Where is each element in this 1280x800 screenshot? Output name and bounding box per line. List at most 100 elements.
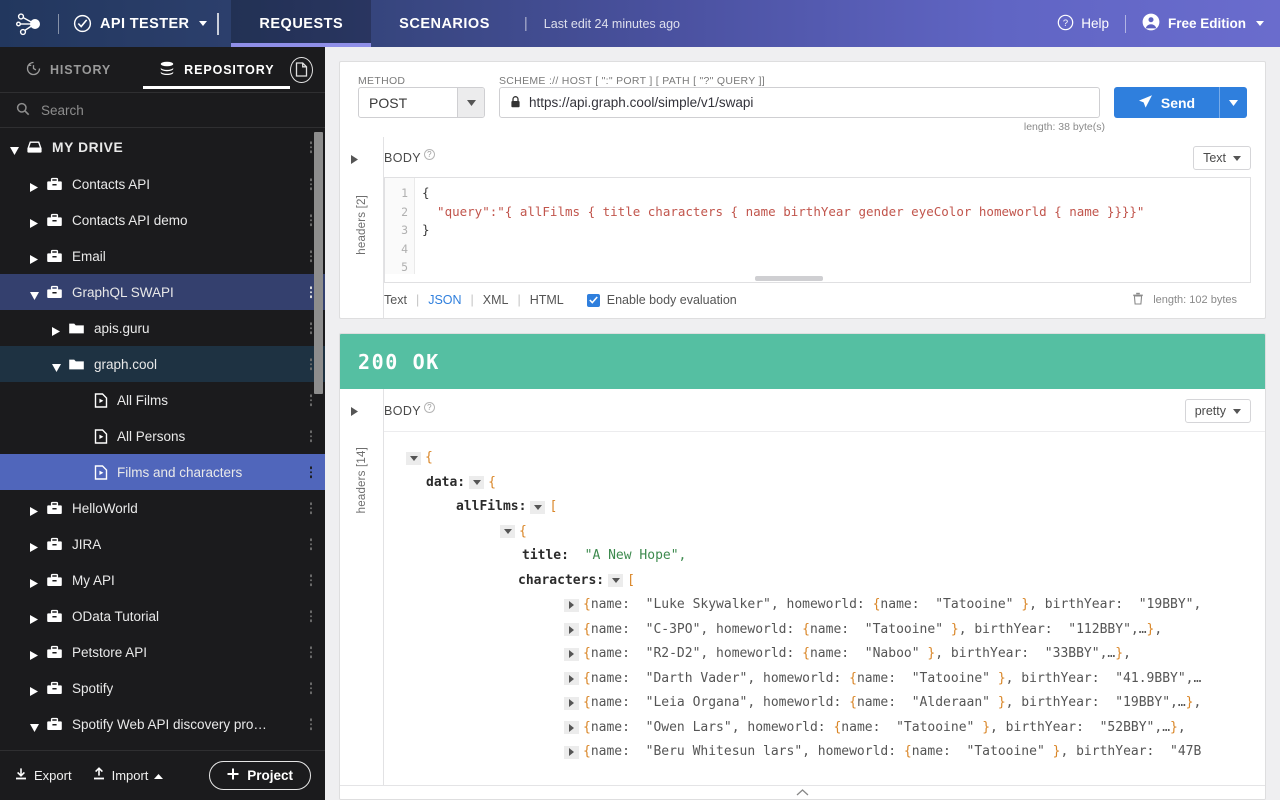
json-line-data[interactable]: data: { [384,471,1265,496]
chevron-right-icon[interactable] [30,504,39,516]
trash-icon[interactable] [1132,292,1144,308]
tree-item-menu-icon[interactable] [309,248,312,264]
node-graph-logo[interactable] [14,11,44,37]
send-options-button[interactable] [1219,87,1247,118]
tree-item-contacts-api[interactable]: Contacts API [0,166,325,202]
chevron-right-icon[interactable] [30,576,39,588]
expand-character-toggle[interactable] [564,672,579,686]
question-icon[interactable]: ? [424,402,436,413]
expand-character-toggle[interactable] [564,696,579,710]
url-input[interactable]: https://api.graph.cool/simple/v1/swapi [499,87,1100,118]
editor-horizontal-scrollbar[interactable] [384,274,1251,283]
sidebar-scrollbar-thumb[interactable] [314,132,323,394]
send-button[interactable]: Send [1114,87,1247,118]
tree-item-menu-icon[interactable] [309,608,312,624]
tree-item-jira[interactable]: JIRA [0,526,325,562]
tree-item-all-persons[interactable]: All Persons [0,418,325,454]
collapse-characters-toggle[interactable] [608,574,624,588]
tree-item-films-and-characters[interactable]: Films and characters [0,454,325,490]
format-option-json[interactable]: JSON [419,293,470,307]
chevron-down-icon[interactable] [52,360,61,372]
expand-character-toggle[interactable] [564,598,579,612]
tree-item-menu-icon[interactable] [309,500,312,516]
tab-requests[interactable]: REQUESTS [231,0,372,47]
expand-character-toggle[interactable] [564,647,579,661]
tree-item-menu-icon[interactable] [309,284,312,300]
export-button[interactable]: Export [14,767,72,784]
repository-tree[interactable]: MY DRIVE Contacts API Contacts API demo Ema… [0,128,325,750]
add-project-button[interactable]: Project [209,761,311,790]
sidebar-tab-history[interactable]: HISTORY [12,47,125,92]
tree-item-spotify-web-api-discovery-pro[interactable]: Spotify Web API discovery pro… [0,706,325,742]
format-option-html[interactable]: HTML [521,293,573,307]
json-line-character[interactable]: {name: "Beru Whitesun lars", homeworld: … [384,740,1265,765]
help-button[interactable]: ? Help [1057,14,1109,34]
tree-item-my-api[interactable]: My API [0,562,325,598]
collapse-data-toggle[interactable] [469,476,485,490]
response-headers-strip[interactable]: headers [14] [340,389,384,785]
account-menu[interactable]: Free Edition [1142,13,1264,34]
tree-item-menu-icon[interactable] [309,176,312,192]
question-icon[interactable]: ? [424,149,436,160]
response-view-select[interactable]: pretty [1184,399,1251,423]
json-line-characters[interactable]: characters: [ [384,569,1265,594]
chevron-right-icon[interactable] [30,216,39,228]
tree-item-all-films[interactable]: All Films [0,382,325,418]
tree-item-menu-icon[interactable] [309,644,312,660]
triangle-right-icon[interactable] [351,151,358,169]
chevron-down-icon[interactable] [30,720,39,732]
tree-item-email[interactable]: Email [0,238,325,274]
tab-scenarios[interactable]: SCENARIOS [371,0,518,47]
tree-item-helloworld[interactable]: HelloWorld [0,490,325,526]
request-headers-strip[interactable]: headers [2] [340,137,384,318]
tree-item-menu-icon[interactable] [309,392,312,408]
expand-character-toggle[interactable] [564,745,579,759]
chevron-right-icon[interactable] [30,612,39,624]
json-line-character[interactable]: {name: "Leia Organa", homeworld: {name: … [384,691,1265,716]
editor-code[interactable]: { "query":"{ allFilms { title characters… [415,178,1250,274]
tree-item-menu-icon[interactable] [309,464,312,480]
chevron-down-icon[interactable] [457,88,484,117]
tree-item-my-drive[interactable]: MY DRIVE [0,128,325,166]
json-line-title[interactable]: title: "A New Hope", [384,544,1265,569]
request-body-editor[interactable]: 1 2 3 4 5 { "query":"{ allFilms { title char… [384,177,1251,274]
tree-item-odata-tutorial[interactable]: OData Tutorial [0,598,325,634]
chevron-down-icon[interactable] [30,288,39,300]
sidebar-scrollbar[interactable] [314,128,323,750]
json-line-character[interactable]: {name: "C-3PO", homeworld: {name: "Tatoo… [384,618,1265,643]
tree-item-menu-icon[interactable] [309,536,312,552]
json-line-root[interactable]: { [384,446,1265,471]
tree-item-graphql-swapi[interactable]: GraphQL SWAPI [0,274,325,310]
search-input[interactable]: Search [0,92,325,128]
tree-item-menu-icon[interactable] [309,320,312,336]
chevron-right-icon[interactable] [30,540,39,552]
expand-character-toggle[interactable] [564,623,579,637]
tree-item-menu-icon[interactable] [309,428,312,444]
tree-item-petstore-api[interactable]: Petstore API [0,634,325,670]
tree-item-apis-guru[interactable]: apis.guru [0,310,325,346]
chevron-right-icon[interactable] [52,324,61,336]
body-format-select[interactable]: Text [1193,146,1251,170]
tree-item-graph-cool[interactable]: graph.cool [0,346,325,382]
chevron-down-icon[interactable] [10,143,19,155]
tree-item-menu-icon[interactable] [309,680,312,696]
json-line-allfilms[interactable]: allFilms: [ [384,495,1265,520]
expand-character-toggle[interactable] [564,721,579,735]
json-line-character[interactable]: {name: "R2-D2", homeworld: {name: "Naboo… [384,642,1265,667]
tree-item-menu-icon[interactable] [309,716,312,732]
tree-item-menu-icon[interactable] [309,572,312,588]
collapse-root-toggle[interactable] [406,451,421,465]
app-switcher[interactable]: API TESTER [73,14,208,33]
chevron-right-icon[interactable] [30,648,39,660]
sidebar-tab-repository[interactable]: REPOSITORY [143,47,291,92]
document-icon[interactable] [290,56,313,83]
json-line-film[interactable]: { [384,520,1265,545]
json-line-character[interactable]: {name: "Luke Skywalker", homeworld: {nam… [384,593,1265,618]
method-select[interactable]: POST [358,87,485,118]
response-json-tree[interactable]: {data:{allFilms:[{title: "A New Hope", ch… [384,432,1265,785]
format-option-text[interactable]: Text [384,293,416,307]
chevron-right-icon[interactable] [30,684,39,696]
json-line-character[interactable]: {name: "Darth Vader", homeworld: {name: … [384,667,1265,692]
response-collapse-handle[interactable] [340,785,1265,799]
tree-item-menu-icon[interactable] [309,212,312,228]
